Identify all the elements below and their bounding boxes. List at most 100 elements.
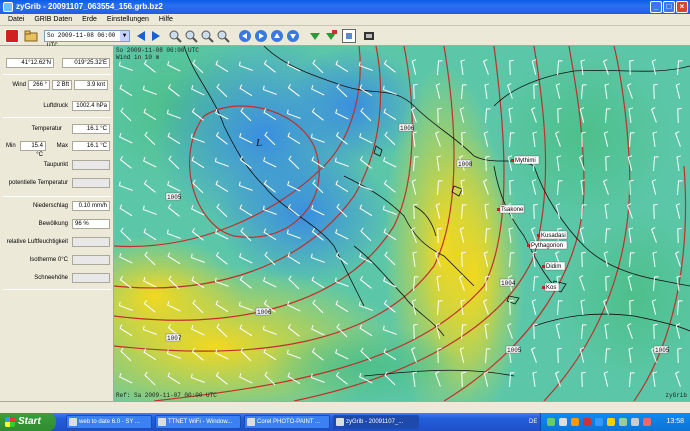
minimize-button[interactable]: _	[650, 1, 662, 13]
isobar-label: 1005	[655, 347, 670, 354]
previous-arrow-icon[interactable]	[134, 29, 148, 43]
dewpoint-value	[72, 160, 110, 170]
snow-depth-value	[72, 273, 110, 283]
pan-left-icon[interactable]	[238, 29, 252, 43]
place-label: Tsakone	[501, 207, 524, 213]
tray-app-icon[interactable]	[619, 418, 627, 426]
isobar-label: 1006	[400, 125, 415, 132]
wind-bft-value: 2 Bft	[52, 80, 72, 90]
chevron-down-icon[interactable]: ▼	[120, 31, 129, 41]
low-pressure-marker: L	[255, 137, 262, 149]
download-zone-icon[interactable]	[324, 29, 338, 43]
menu-erde[interactable]: Erde	[77, 14, 102, 25]
stop-icon[interactable]	[5, 29, 19, 43]
tray-app-icon[interactable]	[643, 418, 651, 426]
date-select[interactable]: So 2009-11-08 06:00 UTC ▼	[44, 30, 130, 49]
wind-label: Wind	[12, 82, 26, 88]
close-button[interactable]: ×	[676, 1, 688, 13]
tray-app-icon[interactable]	[631, 418, 639, 426]
task-ttnet-wifi[interactable]: TTNET WiFi - Window...	[155, 415, 241, 429]
clock: 13:58	[666, 418, 684, 425]
place-label: Kusadasi	[541, 233, 566, 239]
humidity-value	[72, 237, 110, 247]
precipitation-value: 0.10 mm/h	[72, 201, 110, 211]
isotherm-label: Isotherme 0°C	[29, 257, 68, 263]
tray-app-icon[interactable]	[607, 418, 615, 426]
status-bar	[0, 401, 690, 413]
task-corel-photo-paint[interactable]: Corel PHOTO-PAINT ...	[244, 415, 330, 429]
menu-einstellungen[interactable]: Einstellungen	[102, 14, 154, 25]
cloud-cover-label: Bewölkung	[38, 221, 68, 227]
film-icon[interactable]	[362, 29, 376, 43]
next-arrow-icon[interactable]	[149, 29, 163, 43]
open-file-icon[interactable]	[24, 29, 38, 43]
precipitation-label: Niederschlag	[32, 203, 68, 209]
map-layer-header: Wind in 10 m	[116, 54, 160, 61]
tray-app-icon[interactable]	[595, 418, 603, 426]
wind-knots-value: 3.9 knt	[74, 80, 108, 90]
temperature-value: 16.1 °C	[72, 124, 110, 134]
tray-app-icon[interactable]	[583, 418, 591, 426]
menu-grib-daten[interactable]: GRIB Daten	[29, 14, 77, 25]
task-label: web to date 6.0 - SY ...	[79, 419, 140, 425]
volume-icon[interactable]	[559, 418, 567, 426]
potential-temperature-value	[72, 178, 110, 188]
start-label: Start	[18, 416, 41, 427]
min-temperature-value: 15.4 °C	[20, 141, 46, 158]
isotherm-value	[72, 255, 110, 265]
task-zygrib[interactable]: zyGrib - 20091107_...	[333, 415, 419, 429]
map-credit: zyGrib	[665, 392, 687, 399]
place-label: Mythimi	[515, 158, 536, 164]
isobar-label: 1006	[257, 309, 272, 316]
language-indicator[interactable]: DE	[529, 413, 537, 431]
windows-logo-icon	[5, 417, 15, 427]
app-icon	[3, 2, 13, 12]
map-reference-date: Ref: Sa 2009-11-07 00:00 UTC	[116, 392, 217, 399]
humidity-label: relative Luftfeuchtigkeit	[6, 239, 68, 245]
place-label: Pythagorion	[531, 243, 563, 249]
app-window: zyGrib - 20091107_063554_156.grb.bz2 _ □…	[0, 0, 690, 431]
zoom-all-icon[interactable]	[216, 29, 230, 43]
pan-down-icon[interactable]	[286, 29, 300, 43]
longitude-value: 019°25.32'E	[62, 58, 110, 68]
dewpoint-label: Taupunkt	[43, 162, 68, 168]
app-icon	[158, 418, 166, 426]
snow-depth-label: Schneehöhe	[34, 275, 68, 281]
app-icon	[336, 418, 344, 426]
potential-temperature-label: potentielle Temperatur	[8, 180, 68, 186]
task-web-to-date[interactable]: web to date 6.0 - SY ...	[66, 415, 152, 429]
task-label: TTNET WiFi - Window...	[168, 419, 233, 425]
app-icon	[247, 418, 255, 426]
menu-bar: Datei GRIB Daten Erde Einstellungen Hilf…	[0, 14, 690, 26]
weather-map[interactable]: 1005 1006 1008 1004 1006 1007 1005 1005 …	[114, 46, 690, 401]
task-label: Corel PHOTO-PAINT ...	[257, 419, 321, 425]
tray-app-icon[interactable]	[571, 418, 579, 426]
maximize-button[interactable]: □	[663, 1, 675, 13]
isobar-label: 1005	[167, 194, 182, 201]
zoom-area-icon[interactable]	[200, 29, 214, 43]
title-bar[interactable]: zyGrib - 20091107_063554_156.grb.bz2 _ □…	[0, 0, 690, 14]
toolbar: So 2009-11-08 06:00 UTC ▼	[0, 26, 690, 49]
select-area-icon[interactable]	[342, 29, 356, 43]
menu-hilfe[interactable]: Hilfe	[154, 14, 178, 25]
max-label: Max	[56, 143, 68, 149]
isobar-label: 1007	[167, 335, 182, 342]
data-panel: 41°12.62'N 019°25.32'E Wind 266 ° 2 Bft …	[0, 46, 114, 401]
min-label: Min	[6, 143, 16, 149]
start-button[interactable]: Start	[0, 413, 56, 431]
task-label: zyGrib - 20091107_...	[346, 419, 404, 425]
zoom-out-icon[interactable]	[184, 29, 198, 43]
zoom-in-icon[interactable]	[168, 29, 182, 43]
pan-up-icon[interactable]	[270, 29, 284, 43]
latitude-value: 41°12.62'N	[6, 58, 54, 68]
pressure-value: 1002.4 hPa	[72, 101, 110, 111]
download-icon[interactable]	[308, 29, 322, 43]
place-label: Kos	[546, 285, 556, 291]
window-title: zyGrib - 20091107_063554_156.grb.bz2	[16, 2, 163, 11]
pressure-label: Luftdruck	[43, 103, 68, 109]
menu-datei[interactable]: Datei	[3, 14, 29, 25]
pan-right-icon[interactable]	[254, 29, 268, 43]
app-icon	[69, 418, 77, 426]
temperature-label: Temperatur	[31, 126, 62, 132]
network-icon[interactable]	[547, 418, 555, 426]
